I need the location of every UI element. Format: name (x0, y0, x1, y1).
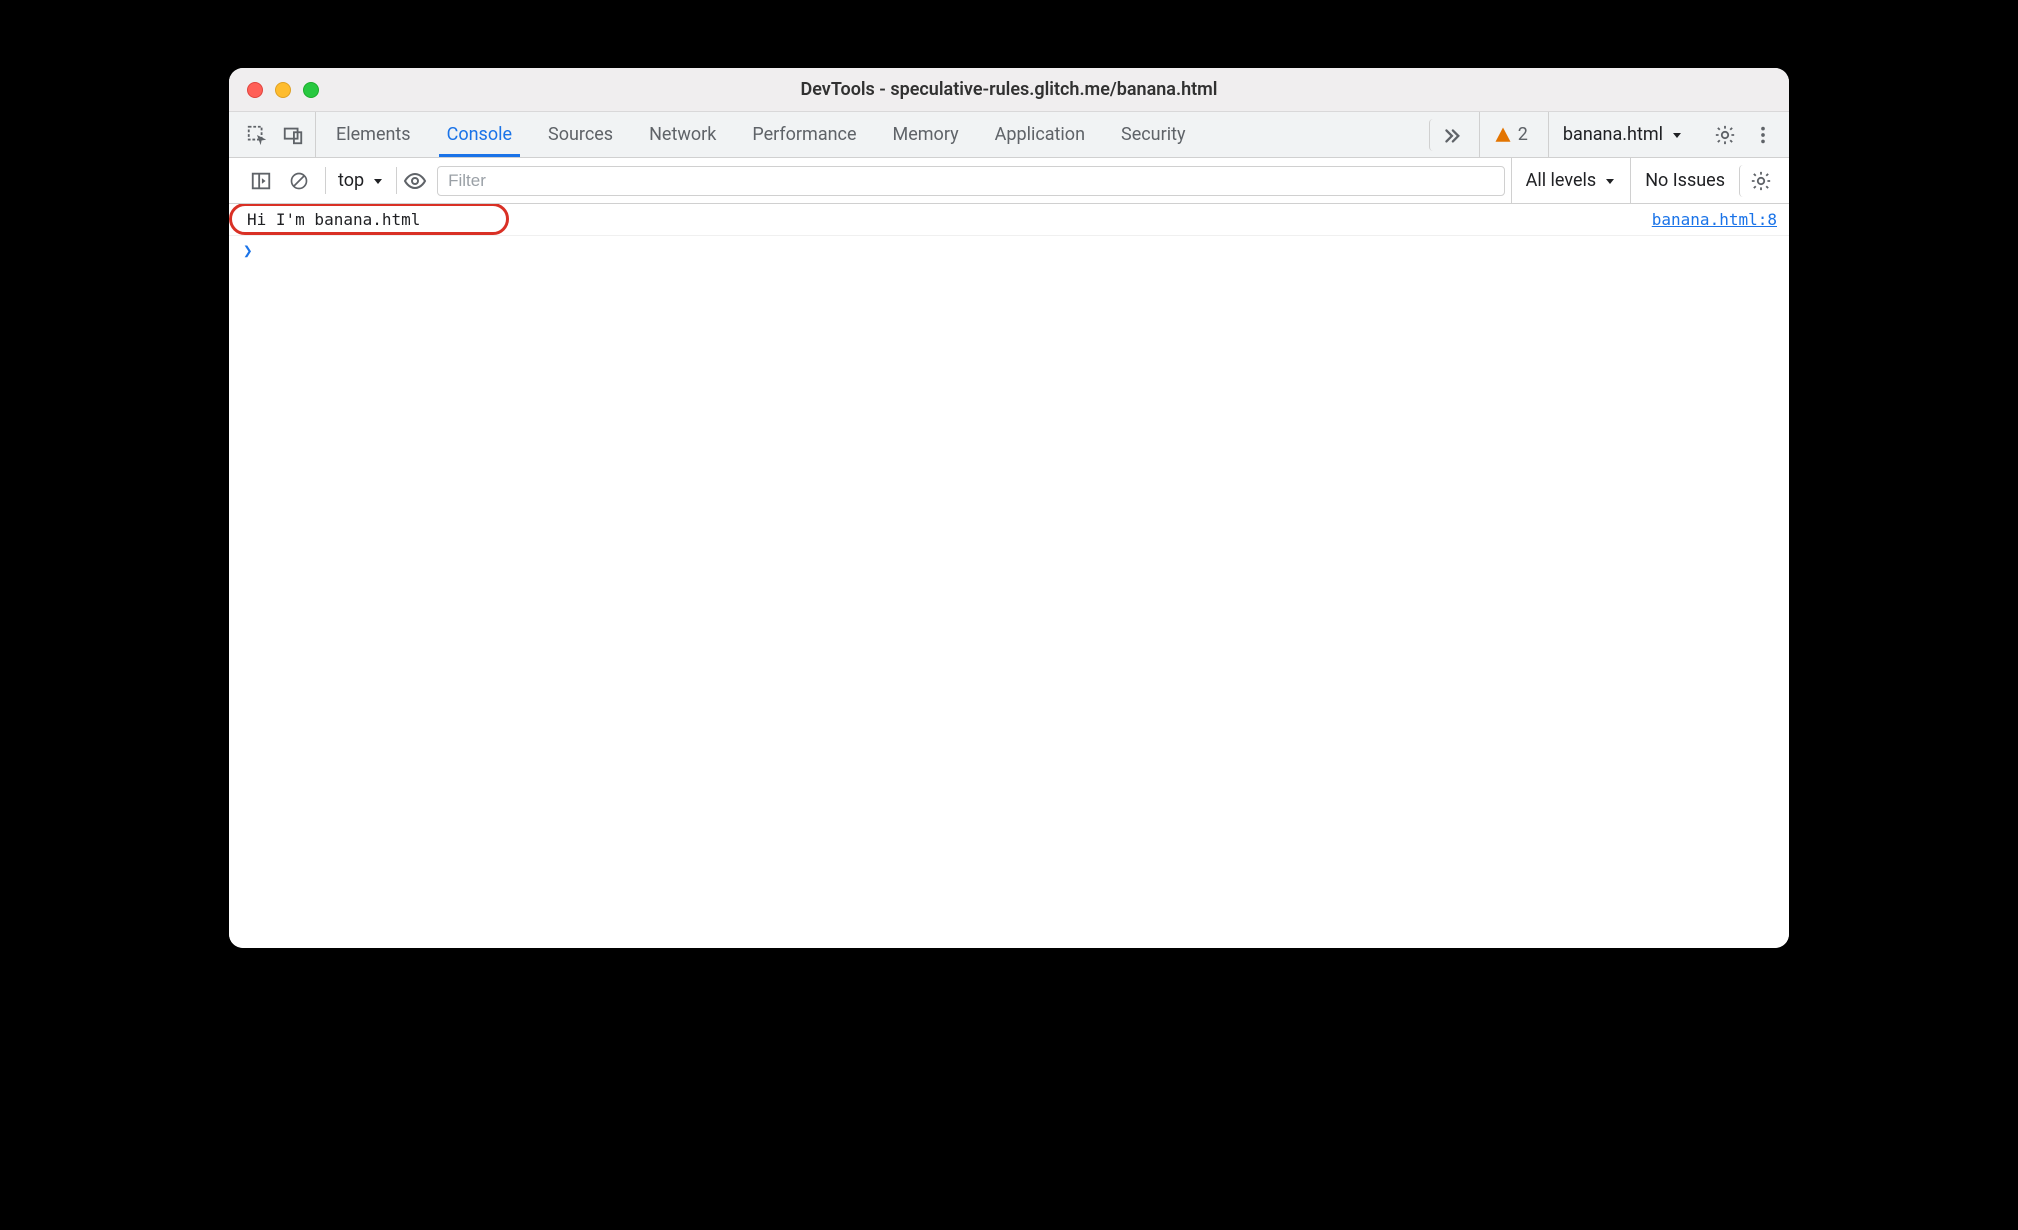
tabbar-actions (1703, 112, 1779, 157)
chevron-down-icon (1671, 129, 1683, 141)
issues-label: No Issues (1645, 170, 1725, 191)
panel-tabs: Elements Console Sources Network Perform… (318, 112, 1203, 157)
window-title: DevTools - speculative-rules.glitch.me/b… (229, 79, 1789, 100)
tab-console[interactable]: Console (429, 112, 530, 157)
tab-security[interactable]: Security (1103, 112, 1203, 157)
log-message: Hi I'm banana.html (247, 210, 420, 229)
window-titlebar: DevTools - speculative-rules.glitch.me/b… (229, 68, 1789, 112)
filter-input[interactable] (437, 166, 1505, 196)
console-settings-gear-icon[interactable] (1739, 165, 1781, 197)
traffic-lights (229, 82, 319, 98)
execution-context-selector[interactable]: top (328, 158, 394, 203)
kebab-menu-icon[interactable] (1747, 119, 1779, 151)
clear-console-icon[interactable] (283, 165, 315, 197)
console-prompt[interactable]: ❯ (229, 236, 1789, 264)
warnings-indicator[interactable]: 2 (1479, 112, 1542, 157)
target-dropdown[interactable]: banana.html (1548, 112, 1697, 157)
levels-label: All levels (1526, 170, 1597, 191)
toggle-sidebar-icon[interactable] (245, 165, 277, 197)
context-label: top (338, 170, 364, 191)
main-tabbar: Elements Console Sources Network Perform… (229, 112, 1789, 158)
inspect-element-icon[interactable] (241, 119, 273, 151)
tab-memory[interactable]: Memory (875, 112, 977, 157)
tab-application[interactable]: Application (977, 112, 1103, 157)
tabbar-right: 2 banana.html (1429, 112, 1781, 157)
target-label: banana.html (1563, 124, 1663, 145)
close-window-button[interactable] (247, 82, 263, 98)
console-log-entry[interactable]: Hi I'm banana.html banana.html:8 (229, 204, 1789, 236)
console-toolbar: top All levels No Issues (229, 158, 1789, 204)
log-source-link[interactable]: banana.html:8 (1652, 210, 1777, 229)
chevron-down-icon (1604, 175, 1616, 187)
issues-indicator[interactable]: No Issues (1630, 158, 1739, 203)
console-output: Hi I'm banana.html banana.html:8 ❯ (229, 204, 1789, 948)
device-toolbar-icon[interactable] (277, 119, 309, 151)
live-expression-eye-icon[interactable] (399, 165, 431, 197)
devtools-window: DevTools - speculative-rules.glitch.me/b… (229, 68, 1789, 948)
settings-gear-icon[interactable] (1709, 119, 1741, 151)
tab-network[interactable]: Network (631, 112, 734, 157)
tab-sources[interactable]: Sources (530, 112, 631, 157)
tab-performance[interactable]: Performance (734, 112, 874, 157)
log-levels-dropdown[interactable]: All levels (1511, 158, 1631, 203)
tab-elements[interactable]: Elements (318, 112, 429, 157)
warnings-count: 2 (1518, 124, 1528, 145)
prompt-chevron-icon: ❯ (243, 241, 253, 260)
maximize-window-button[interactable] (303, 82, 319, 98)
more-tabs-icon[interactable] (1429, 119, 1473, 151)
divider (396, 167, 397, 194)
minimize-window-button[interactable] (275, 82, 291, 98)
toolbar-left (237, 158, 323, 203)
chevron-down-icon (372, 175, 384, 187)
warning-icon (1494, 126, 1512, 144)
tabbar-left-tools (237, 112, 316, 157)
divider (325, 167, 326, 194)
